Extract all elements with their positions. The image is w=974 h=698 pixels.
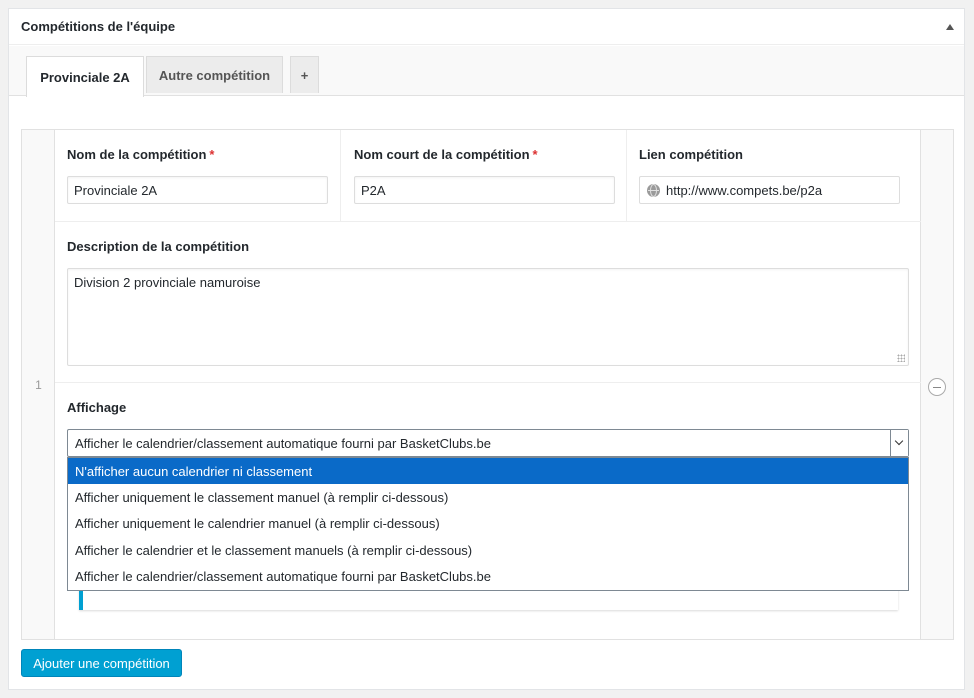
display-label: Affichage bbox=[67, 400, 127, 415]
column-divider bbox=[340, 130, 341, 221]
display-select[interactable]: Afficher le calendrier/classement automa… bbox=[67, 429, 909, 457]
competition-tabs: Provinciale 2A Autre compétition + bbox=[9, 46, 964, 97]
tab-label: Autre compétition bbox=[158, 67, 271, 83]
competition-name-input[interactable]: Provinciale 2A bbox=[67, 176, 328, 204]
row-remove-column bbox=[920, 130, 953, 639]
chevron-down-icon[interactable] bbox=[890, 430, 908, 456]
globe-icon bbox=[647, 184, 660, 197]
display-select-value: Afficher le calendrier/classement automa… bbox=[75, 436, 491, 451]
display-options-list: N'afficher aucun calendrier ni classemen… bbox=[67, 457, 909, 591]
display-option[interactable]: Afficher uniquement le classement manuel… bbox=[68, 484, 908, 510]
competition-description-label: Description de la compétition bbox=[67, 239, 250, 254]
add-tab-button[interactable]: + bbox=[290, 56, 319, 93]
competition-link-input[interactable]: http://www.compets.be/p2a bbox=[639, 176, 900, 204]
row-divider bbox=[55, 382, 921, 383]
row-number: 1 bbox=[35, 378, 42, 392]
required-mark: * bbox=[532, 147, 538, 162]
tab-label: Provinciale 2A bbox=[40, 69, 130, 85]
metabox-header[interactable]: Compétitions de l'équipe bbox=[9, 9, 964, 45]
row-divider bbox=[55, 221, 921, 222]
tab-autre-competition[interactable]: Autre compétition bbox=[146, 56, 283, 93]
tab-provinciale-2a[interactable]: Provinciale 2A bbox=[26, 56, 144, 97]
competition-link-label: Lien compétition bbox=[639, 147, 743, 162]
column-divider bbox=[626, 130, 627, 221]
competitions-metabox: Compétitions de l'équipe Provinciale 2A … bbox=[8, 8, 965, 690]
plus-icon: + bbox=[300, 67, 309, 83]
competition-description-textarea[interactable]: Division 2 provinciale namuroise bbox=[67, 268, 909, 366]
competition-name-label: Nom de la compétition * bbox=[67, 147, 215, 162]
display-option[interactable]: Afficher le calendrier/classement automa… bbox=[68, 564, 908, 590]
add-competition-button[interactable]: Ajouter une compétition bbox=[21, 649, 182, 677]
competition-short-name-label: Nom court de la compétition * bbox=[354, 147, 538, 162]
competition-short-name-input[interactable]: P2A bbox=[354, 176, 615, 204]
row-drag-handle[interactable]: 1 bbox=[22, 130, 55, 639]
resize-grip-icon[interactable] bbox=[897, 354, 905, 362]
required-mark: * bbox=[209, 147, 215, 162]
metabox-title: Compétitions de l'équipe bbox=[21, 19, 176, 34]
collapse-arrow-icon[interactable] bbox=[946, 24, 954, 30]
remove-row-icon[interactable] bbox=[928, 378, 946, 396]
display-option[interactable]: Afficher le calendrier et le classement … bbox=[68, 537, 908, 563]
display-option[interactable]: N'afficher aucun calendrier ni classemen… bbox=[68, 458, 908, 485]
display-option[interactable]: Afficher uniquement le calendrier manuel… bbox=[68, 511, 908, 537]
